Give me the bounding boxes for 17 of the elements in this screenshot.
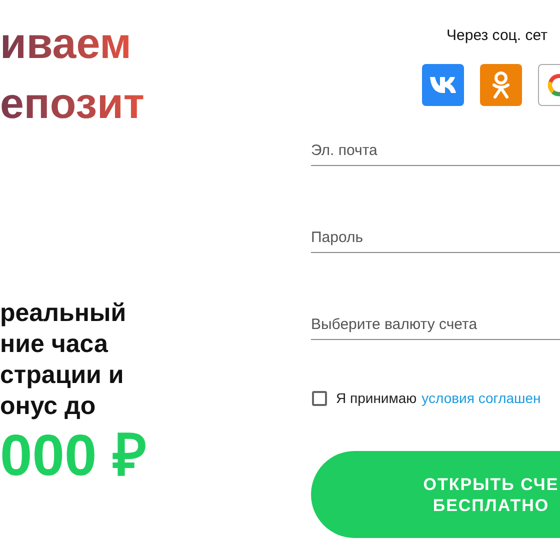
ok-button[interactable]: [480, 64, 522, 106]
vk-button[interactable]: [422, 64, 464, 106]
agreement-checkbox[interactable]: [312, 391, 327, 406]
offer-text: реальный: [0, 298, 126, 329]
offer-text: страции и: [0, 360, 124, 391]
social-login-title: Через соц. сет: [446, 26, 548, 46]
open-account-button[interactable]: ОТКРЫТЬ СЧЕ БЕСПЛАТНО: [311, 451, 560, 538]
input-field[interactable]: Эл. почта: [311, 136, 560, 166]
input-field[interactable]: Пароль: [311, 223, 560, 253]
offer-text: ние часа: [0, 329, 108, 360]
vk-logo-icon: [429, 76, 457, 94]
offer-text: онус до: [0, 391, 96, 422]
ok-logo-icon: [492, 71, 510, 99]
input-field[interactable]: Выберите валюту счета: [311, 310, 560, 340]
agreement-text: Я принимаю: [336, 389, 417, 408]
bonus-amount: 000 ₽: [0, 424, 147, 488]
agreement-link[interactable]: условия соглашен: [422, 388, 541, 409]
